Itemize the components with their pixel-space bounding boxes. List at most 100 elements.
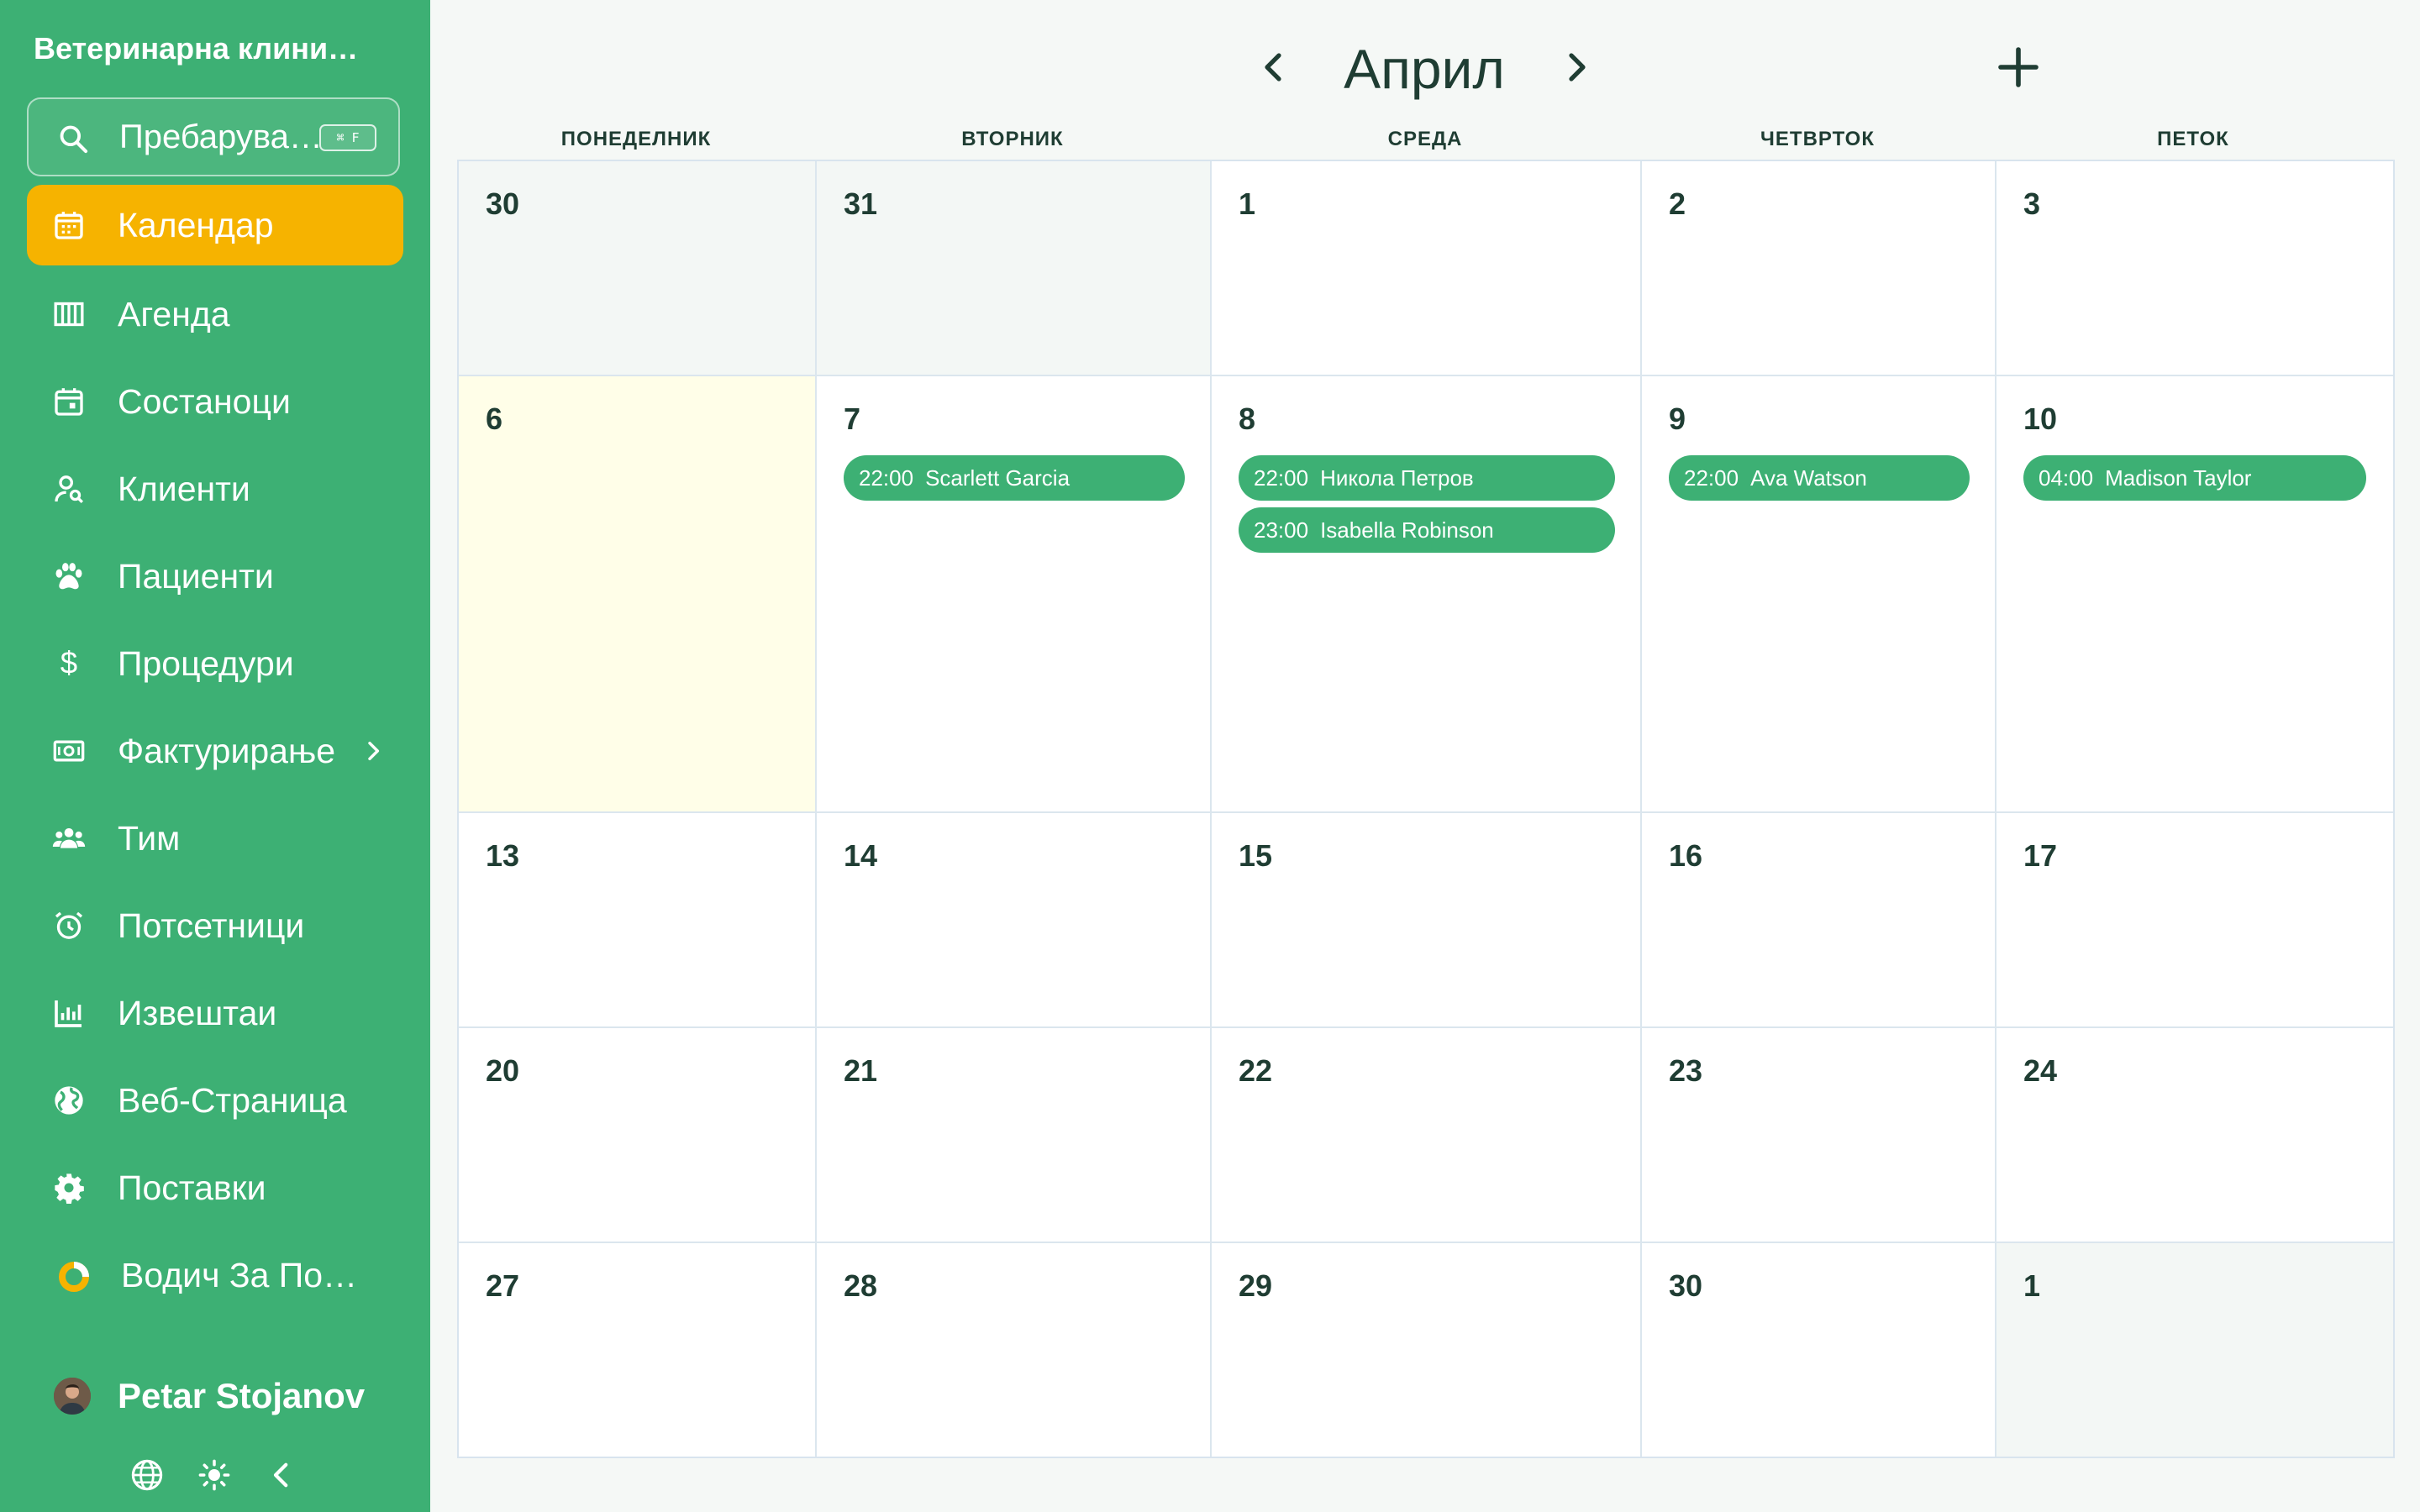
event-client-name: Isabella Robinson: [1320, 517, 1494, 543]
day-cell[interactable]: 7 22:00 Scarlett Garcia: [817, 376, 1212, 813]
calendar-grid: 30 31 1 2 3 6 7 22:00 Scarlett Garcia 8 22:00 Никол…: [457, 160, 2395, 1458]
sidebar-item-label: Процедури: [118, 644, 294, 683]
day-cell[interactable]: 21: [817, 1028, 1212, 1243]
day-cell[interactable]: 3: [1996, 161, 2393, 376]
day-cell[interactable]: 17: [1996, 813, 2393, 1028]
day-cell[interactable]: 10 04:00 Madison Taylor: [1996, 376, 2393, 813]
sidebar-item-billing[interactable]: Фактурирање: [27, 711, 403, 791]
search-box[interactable]: Пребарува… ⌘ F: [27, 97, 400, 176]
day-cell[interactable]: 8 22:00 Никола Петров 23:00 Isabella Robinso…: [1212, 376, 1642, 813]
sidebar-item-label: Тим: [118, 819, 181, 858]
svg-text:$: $: [60, 647, 77, 680]
sidebar-item-clients[interactable]: Клиенти: [27, 449, 403, 529]
avatar[interactable]: [54, 1378, 91, 1415]
add-event-button[interactable]: [1995, 44, 2042, 91]
sidebar-item-agenda[interactable]: Агенда: [27, 274, 403, 354]
day-cell[interactable]: 2: [1642, 161, 1996, 376]
event-time: 23:00: [1254, 517, 1309, 543]
sidebar-item-patients[interactable]: Пациенти: [27, 536, 403, 617]
alarm-icon: [55, 911, 83, 939]
sidebar-item-reports[interactable]: Извештаи: [27, 973, 403, 1053]
day-number: 9: [1669, 402, 1686, 436]
sidebar-item-team[interactable]: Тим: [27, 798, 403, 879]
day-cell[interactable]: 14: [817, 813, 1212, 1028]
day-cell[interactable]: 31: [817, 161, 1212, 376]
user-name[interactable]: Petar Stojanov: [118, 1371, 365, 1421]
day-cell[interactable]: 22: [1212, 1028, 1642, 1243]
event-time: 04:00: [2039, 465, 2094, 491]
day-cell[interactable]: 16: [1642, 813, 1996, 1028]
language-globe-icon[interactable]: [129, 1457, 165, 1493]
day-number: 28: [844, 1268, 878, 1303]
sidebar-item-reminders[interactable]: Потсетници: [27, 885, 403, 966]
day-cell[interactable]: 30: [1642, 1243, 1996, 1457]
weekday-label: ЧЕТВРТОК: [1760, 128, 1875, 150]
sidebar-item-label: Поставки: [118, 1168, 266, 1207]
day-number: 22: [1239, 1053, 1273, 1088]
sidebar-item-label: Состаноци: [118, 382, 291, 421]
day-cell[interactable]: 6: [459, 376, 817, 813]
gear-icon: [55, 1173, 84, 1204]
sidebar-item-meetings[interactable]: Состаноци: [27, 361, 403, 442]
day-cell[interactable]: 1: [1212, 161, 1642, 376]
day-number: 20: [486, 1053, 520, 1088]
sidebar-item-procedures[interactable]: $ Процедури: [27, 623, 403, 704]
sidebar-item-website[interactable]: Веб-Страница: [27, 1060, 403, 1141]
day-number: 27: [486, 1268, 520, 1303]
day-cell[interactable]: 30: [459, 161, 817, 376]
day-number: 30: [1669, 1268, 1703, 1303]
event-time: 22:00: [859, 465, 914, 491]
day-cell[interactable]: 28: [817, 1243, 1212, 1457]
appointment-event[interactable]: 22:00 Scarlett Garcia: [844, 455, 1185, 501]
day-number: 1: [1239, 186, 1256, 221]
event-time: 22:00: [1254, 465, 1309, 491]
day-number: 30: [486, 186, 520, 221]
sun-icon[interactable]: [197, 1457, 232, 1493]
paw-icon: [55, 563, 82, 590]
day-number: 2: [1669, 186, 1686, 221]
setup-guide-link[interactable]: Водич За Пост…: [121, 1235, 373, 1315]
day-cell[interactable]: 1: [1996, 1243, 2393, 1457]
event-time: 22:00: [1684, 465, 1739, 491]
appointment-event[interactable]: 23:00 Isabella Robinson: [1239, 507, 1615, 553]
appointment-event[interactable]: 22:00 Никола Петров: [1239, 455, 1615, 501]
day-number: 29: [1239, 1268, 1273, 1303]
day-cell[interactable]: 23: [1642, 1028, 1996, 1243]
day-number: 7: [844, 402, 861, 436]
sidebar-item-label: Календар: [118, 206, 274, 244]
day-cell[interactable]: 29: [1212, 1243, 1642, 1457]
sidebar-item-label: Фактурирање: [118, 732, 336, 770]
weekday-label: ВТОРНИК: [961, 128, 1064, 150]
sidebar-item-calendar[interactable]: Календар: [27, 185, 403, 265]
day-number: 8: [1239, 402, 1256, 436]
clients-icon: [55, 475, 84, 504]
day-number: 31: [844, 186, 878, 221]
appointment-event[interactable]: 22:00 Ava Watson: [1669, 455, 1970, 501]
next-month-button[interactable]: [1556, 47, 1597, 87]
weekday-label: СРЕДА: [1387, 128, 1463, 150]
day-cell[interactable]: 20: [459, 1028, 817, 1243]
sidebar-item-label: Пациенти: [118, 557, 274, 596]
meeting-icon: [55, 388, 83, 416]
dollar-icon: $: [60, 647, 77, 680]
day-number: 3: [2023, 186, 2041, 221]
clinic-name: Ветеринарна клини…: [34, 31, 359, 66]
chevron-right-icon[interactable]: [360, 738, 387, 764]
day-cell[interactable]: 9 22:00 Ava Watson: [1642, 376, 1996, 813]
search-input[interactable]: Пребарува…: [119, 99, 338, 175]
day-cell[interactable]: 24: [1996, 1028, 2393, 1243]
day-number: 13: [486, 838, 520, 873]
prev-month-button[interactable]: [1254, 47, 1294, 87]
sidebar-item-settings[interactable]: Поставки: [27, 1147, 403, 1228]
globe-icon: [55, 1086, 83, 1115]
event-client-name: Scarlett Garcia: [925, 465, 1071, 491]
day-cell[interactable]: 27: [459, 1243, 817, 1457]
sidebar-item-label: Агенда: [118, 295, 230, 333]
search-shortcut-badge: ⌘ F: [319, 124, 376, 151]
day-cell[interactable]: 13: [459, 813, 817, 1028]
team-icon: [52, 828, 86, 848]
collapse-sidebar-icon[interactable]: [264, 1457, 299, 1493]
event-client-name: Никола Петров: [1320, 465, 1474, 491]
appointment-event[interactable]: 04:00 Madison Taylor: [2023, 455, 2366, 501]
day-cell[interactable]: 15: [1212, 813, 1642, 1028]
